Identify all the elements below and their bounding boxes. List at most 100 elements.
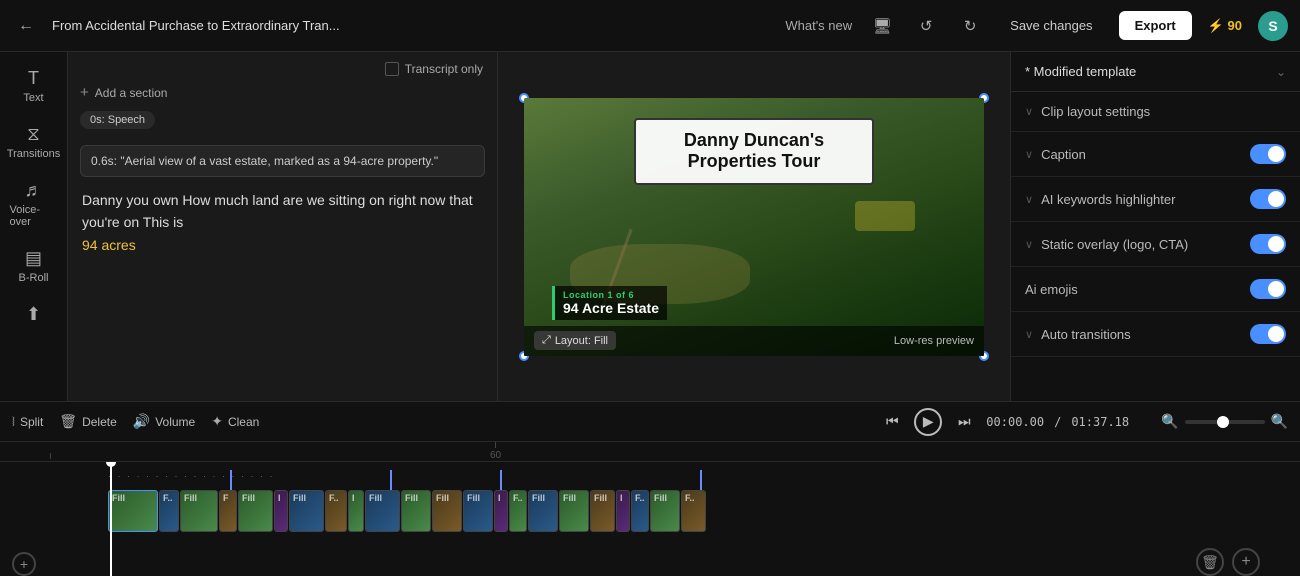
add-clip-button[interactable]: + [1232,548,1260,576]
delete-icon: 🗑 [59,413,77,430]
delete-tool[interactable]: 🗑 Delete [59,413,116,430]
clip-thumb[interactable]: F.. [631,490,649,532]
add-section-plus-icon: + [80,84,89,101]
skip-back-button[interactable]: ⏮ [880,410,904,434]
export-button[interactable]: Export [1119,11,1192,40]
redo-button[interactable]: ↻ [956,12,984,40]
left-sidebar: T Text ⧖ Transitions ♬ Voice-over ▤ B-Ro… [0,52,68,401]
transcript-only-checkbox[interactable] [385,62,399,76]
layout-fill-tag[interactable]: ⤢ Layout: Fill [534,331,616,350]
zoom-slider-thumb[interactable] [1217,416,1229,428]
clean-icon: ✦ [211,413,223,430]
clip-thumb[interactable]: I [348,490,364,532]
clip-thumb[interactable]: Fill [432,490,462,532]
center-controls: What's new 🖥 ↺ ↻ Save changes Export ⚡ 9… [785,11,1288,41]
ai-keywords-toggle[interactable] [1250,189,1286,209]
sidebar-item-voiceover[interactable]: ♬ Voice-over [6,172,62,236]
playhead[interactable] [110,462,112,576]
clip-thumb[interactable]: Fill [590,490,615,532]
panel-row-ai-emojis[interactable]: Ai emojis [1011,267,1300,312]
zoom-slider[interactable] [1185,420,1265,424]
clip-thumb[interactable]: I [616,490,630,532]
clip-thumb[interactable]: Fill [528,490,558,532]
clip-thumb[interactable]: Fill [401,490,431,532]
whats-new-button[interactable]: What's new [785,18,852,33]
transitions-icon: ⧖ [27,124,40,145]
clean-tool[interactable]: ✦ Clean [211,413,259,430]
clip-thumb[interactable]: Fill [463,490,493,532]
skip-forward-button[interactable]: ⏭ [952,410,976,434]
back-button[interactable]: ← [12,12,40,40]
add-section-bottom-button[interactable]: + [12,552,36,576]
add-section-plus-button[interactable]: + [12,552,36,576]
clean-label: Clean [228,415,259,429]
split-label: Split [20,415,43,429]
timeline-ruler: 60 [0,442,1300,462]
clip-thumb[interactable]: F [219,490,237,532]
sidebar-label-text: Text [23,92,43,104]
transcript-caption-box: 0.6s: "Aerial view of a vast estate, mar… [80,145,485,177]
clip-thumb[interactable]: Fill [559,490,589,532]
clip-thumb[interactable]: I [274,490,288,532]
panel-row-clip-layout[interactable]: ∨ Clip layout settings [1011,92,1300,132]
clip-thumb[interactable]: Fill [289,490,324,532]
clip-thumb[interactable]: Fill [108,490,158,532]
zoom-out-button[interactable]: 🔍 [1161,413,1178,430]
clip-thumb[interactable]: F.. [681,490,706,532]
transcript-highlight: 94 acres [82,237,136,253]
auto-transitions-toggle[interactable] [1250,324,1286,344]
panel-row-caption[interactable]: ∨ Caption [1011,132,1300,177]
panel-row-ai-keywords[interactable]: ∨ AI keywords highlighter [1011,177,1300,222]
clip-track: Fill F.. Fill F Fill I Fill F.. I Fill F… [0,486,1300,536]
video-title-card: Danny Duncan's Properties Tour [634,118,874,185]
video-frame-container: Danny Duncan's Properties Tour Location … [524,98,984,356]
sidebar-label-voiceover: Voice-over [10,204,58,228]
chevron-icon-ai-kw: ∨ [1025,193,1033,206]
credits-display: ⚡ 90 [1208,18,1242,34]
sidebar-item-upload[interactable]: ⬆ [6,296,62,333]
clip-thumb[interactable]: Fill [238,490,273,532]
clip-thumb[interactable]: F.. [325,490,347,532]
split-tool[interactable]: ⧘ Split [12,413,43,430]
template-chevron-icon: ⌄ [1276,65,1286,79]
clip-thumb[interactable]: F.. [159,490,179,532]
screen-icon[interactable]: 🖥 [868,12,896,40]
video-frame: Danny Duncan's Properties Tour Location … [524,98,984,356]
add-section-button[interactable]: + Add a section [80,84,485,101]
audio-waveform: · · · · · · · · · · · · · · · · · · [108,471,274,481]
ai-keywords-text: AI keywords highlighter [1041,192,1175,207]
zoom-in-button[interactable]: 🔍 [1271,413,1288,430]
sidebar-item-text[interactable]: T Text [6,60,62,112]
panel-row-auto-transitions[interactable]: ∨ Auto transitions [1011,312,1300,357]
sidebar-label-transitions: Transitions [7,148,60,160]
ai-emojis-toggle[interactable] [1250,279,1286,299]
timecode-total: 01:37.18 [1071,415,1129,429]
static-overlay-toggle[interactable] [1250,234,1286,254]
panel-row-static-overlay[interactable]: ∨ Static overlay (logo, CTA) [1011,222,1300,267]
project-title: From Accidental Purchase to Extraordinar… [52,18,773,33]
video-title-line2: Properties Tour [688,151,821,171]
caption-toggle[interactable] [1250,144,1286,164]
content-row: T Text ⧖ Transitions ♬ Voice-over ▤ B-Ro… [0,52,1300,401]
clip-thumb[interactable]: Fill [650,490,680,532]
timeline: ⧘ Split 🗑 Delete 🔊 Volume ✦ Clean ⏮ ▶ ⏭ … [0,401,1300,576]
sidebar-item-broll[interactable]: ▤ B-Roll [6,240,62,292]
sidebar-item-transitions[interactable]: ⧖ Transitions [6,116,62,168]
volume-tool[interactable]: 🔊 Volume [133,413,195,430]
clip-thumb[interactable]: F.. [509,490,527,532]
timecode-current: 00:00.00 [986,415,1044,429]
video-title-text: Danny Duncan's Properties Tour [656,130,852,173]
user-avatar[interactable]: S [1258,11,1288,41]
clip-thumb[interactable]: Fill [365,490,400,532]
clip-thumb[interactable]: I [494,490,508,532]
video-location-tag: Location 1 of 6 94 Acre Estate [552,286,667,320]
clip-thumb[interactable]: Fill [180,490,218,532]
video-location-small: Location 1 of 6 [563,290,659,300]
save-changes-button[interactable]: Save changes [1000,12,1102,39]
trash-button[interactable]: 🗑 [1196,548,1224,576]
timecode-separator: / [1054,415,1061,429]
play-button[interactable]: ▶ [914,408,942,436]
undo-button[interactable]: ↺ [912,12,940,40]
static-overlay-label: ∨ Static overlay (logo, CTA) [1025,237,1188,252]
layout-fill-label: Layout: Fill [555,335,608,347]
